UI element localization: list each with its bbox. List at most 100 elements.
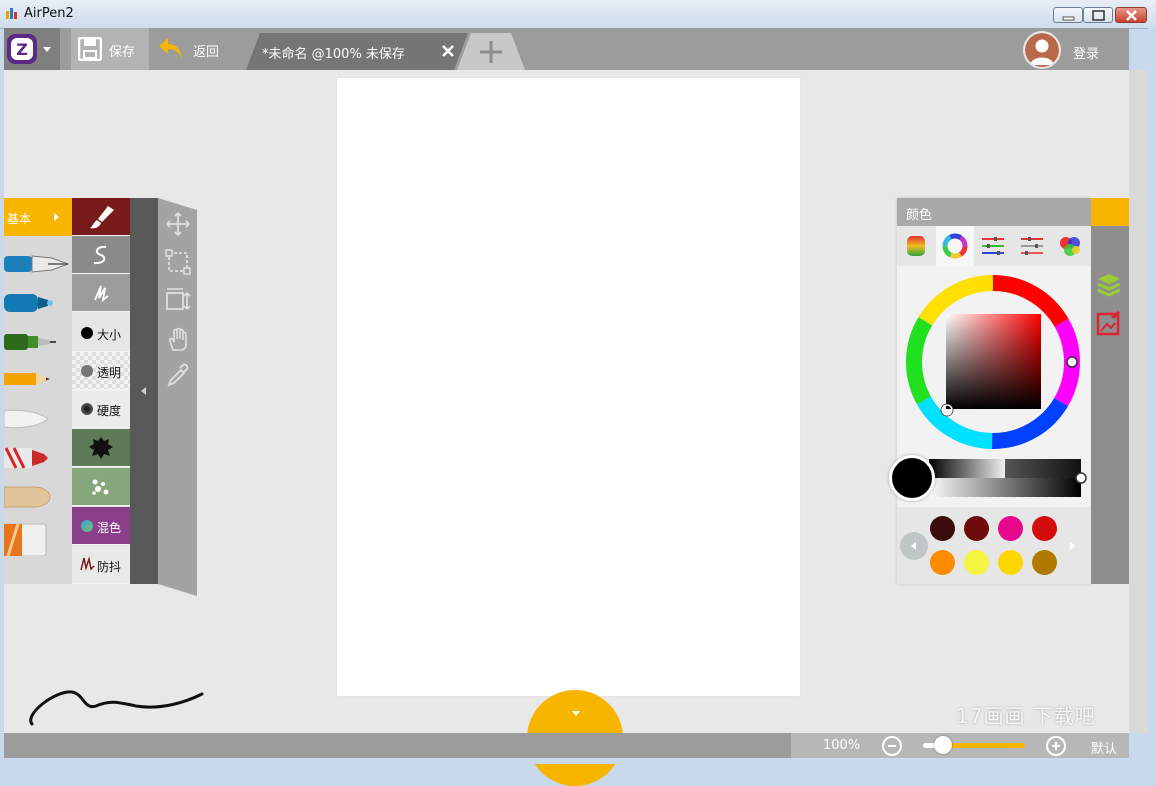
color-swatch[interactable] [930,550,955,575]
window-title: AirPen2 [24,6,74,21]
size-label: 大小 [97,328,122,342]
right-panel-strip [1091,198,1129,584]
drawing-canvas[interactable] [337,78,800,696]
pencil-brush[interactable] [4,361,70,397]
color-wheel-icon[interactable] [939,230,971,262]
gradient-swatch-icon[interactable] [900,230,932,262]
login-link[interactable]: 登录 [1073,43,1099,62]
collapse-left-icon [141,387,146,395]
plus-icon [1052,742,1060,750]
svg-text:Z: Z [16,40,28,59]
opacity-control[interactable]: 透明 [72,352,130,390]
splatter-texture-icon [89,437,113,459]
saturation-handle[interactable] [940,403,954,417]
color-swatch[interactable] [930,516,955,541]
hand-tool-icon[interactable] [164,326,192,354]
brush-mode-stroke[interactable] [72,236,130,274]
scatter-dots-icon [92,479,109,495]
maximize-icon [1092,10,1105,21]
selection-tool-icon[interactable] [164,248,192,276]
chevron-down-icon [572,711,580,716]
opacity-label: 透明 [97,366,122,380]
color-swatch[interactable] [1032,550,1057,575]
back-button[interactable]: 返回 [149,28,229,70]
zoom-level: 100% [823,738,861,753]
eyedropper-tool-icon[interactable] [164,362,192,390]
eraser-brush[interactable] [4,520,70,556]
color-mixer-icon[interactable] [1054,230,1086,262]
hardness-label: 硬度 [97,404,122,418]
color-swatch[interactable] [964,516,989,541]
title-bar [0,0,1156,29]
color-swatch[interactable] [998,516,1023,541]
default-zoom-button[interactable]: 默认 [1091,738,1117,757]
stabilizer-label: 防抖 [97,560,122,574]
watermark: 17画画 下载吧 [956,704,1096,728]
minimize-icon [1062,16,1075,21]
size-control[interactable]: 大小 [72,314,130,352]
save-button[interactable]: 保存 [71,28,149,70]
minus-icon [888,745,896,747]
app-logo-icon: Z [7,34,51,64]
minimize-button[interactable] [1053,7,1083,23]
scatter-control[interactable] [72,468,130,506]
paintbrush-icon [90,206,114,229]
saturation-value-square[interactable] [946,314,1041,409]
color-swatch[interactable] [998,550,1023,575]
brush-category-label: 基本 [7,212,32,226]
close-window-button[interactable] [1115,7,1147,23]
size-dot-icon [81,327,93,339]
marker-brush[interactable] [4,285,70,321]
hardness-dot-icon [81,403,93,415]
brightness-bar[interactable] [929,459,1081,478]
save-icon [78,37,102,61]
brush-mode-paint[interactable] [72,198,130,236]
hue-handle [1066,356,1078,368]
brush-mode-scribble[interactable] [72,274,130,312]
swatch-prev-button[interactable] [900,532,928,560]
brush-pen-brush[interactable] [4,324,70,360]
transform-tool-icon[interactable] [164,286,192,314]
chevron-right-icon [54,213,59,221]
texture-control[interactable] [72,429,130,467]
swatch-next-icon[interactable] [1070,542,1075,550]
maximize-button[interactable] [1083,7,1113,23]
document-tab-title: *未命名 @100% 未保存 [262,47,405,62]
back-label: 返回 [193,45,220,60]
stroke-preview [29,690,204,726]
user-avatar[interactable] [1023,31,1061,69]
mix-color-control[interactable]: 混色 [72,507,130,545]
right-strip-accent [1091,198,1129,226]
hardness-control[interactable]: 硬度 [72,390,130,428]
move-tool-icon[interactable] [164,210,192,238]
mix-label: 混色 [97,521,122,535]
undo-arrow-icon [159,38,182,59]
hsv-sliders-icon[interactable] [1016,230,1048,262]
zoom-in-button[interactable] [1046,736,1066,756]
user-icon [1025,33,1059,67]
wood-tool-brush[interactable] [4,479,70,515]
layers-icon[interactable] [1096,271,1122,299]
zoom-out-button[interactable] [882,736,902,756]
opacity-bar[interactable] [929,478,1081,497]
flat-brush[interactable] [4,401,70,437]
stabilizer-icon [80,556,95,571]
close-icon [1126,10,1137,21]
color-swatch[interactable] [1032,516,1057,541]
crayon-brush[interactable] [4,440,70,476]
app-menu-button[interactable]: Z [4,28,60,70]
save-label: 保存 [109,45,136,60]
opacity-bar-handle[interactable] [1074,471,1088,485]
fountain-pen-brush[interactable] [4,246,70,282]
mix-color-icon [81,520,93,532]
color-swatch[interactable] [964,550,989,575]
stabilizer-control[interactable]: 防抖 [72,546,130,584]
reference-image-icon[interactable] [1096,309,1122,337]
chevron-left-icon [911,542,916,550]
vertical-scrollbar[interactable] [1129,70,1148,733]
new-tab-button[interactable] [457,33,525,70]
current-color-swatch [889,455,935,501]
rgb-sliders-icon[interactable] [977,230,1009,262]
close-tab-icon[interactable] [441,44,455,58]
window-frame-right [1148,28,1156,764]
